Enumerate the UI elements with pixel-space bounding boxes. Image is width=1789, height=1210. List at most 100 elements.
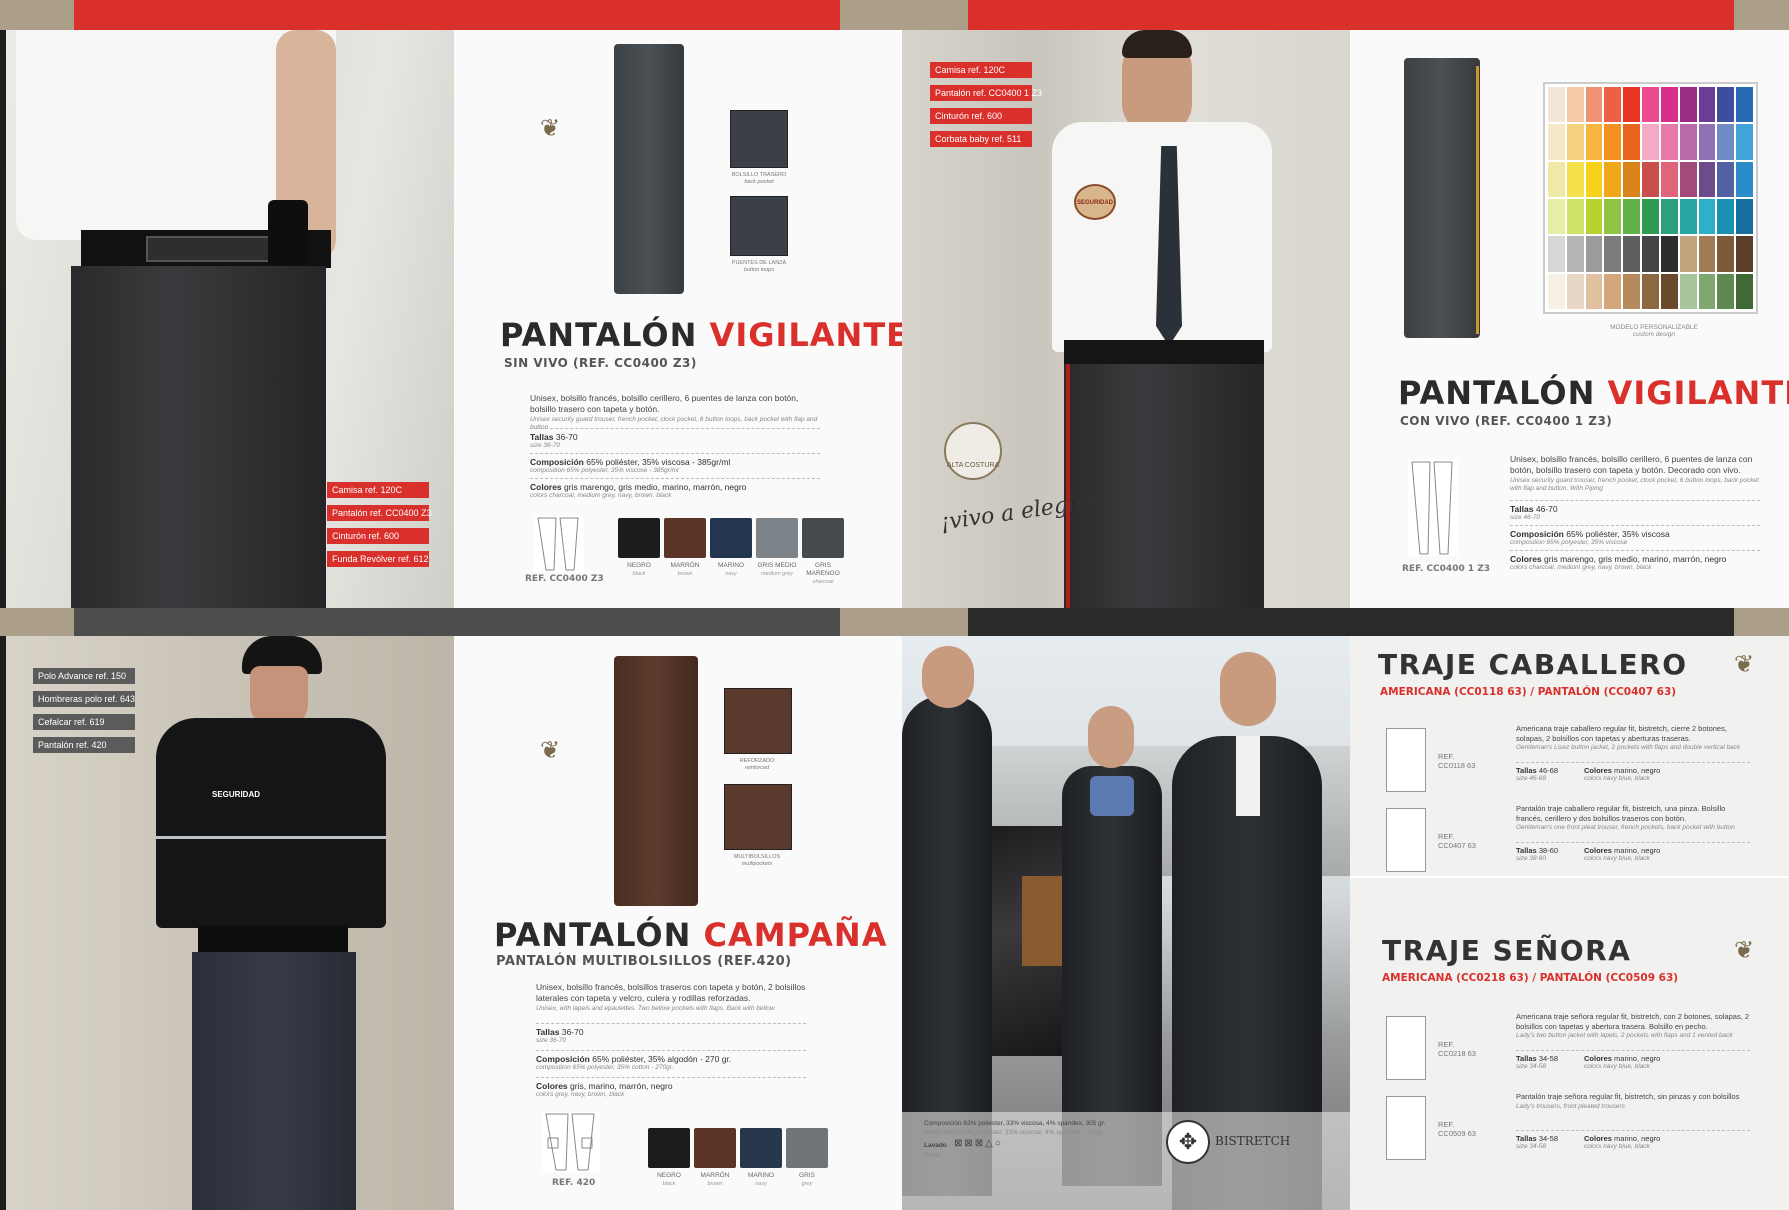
suit2-sub: AMERICANA (CC0218 63) / PANTALÓN (CC0509… — [1382, 972, 1679, 984]
p3-swatch-name-1: MARRÓN — [700, 1172, 730, 1179]
desc2-es: Unisex, bolsillo francés, bolsillo ceril… — [1510, 454, 1753, 475]
description-3: Unisex, bolsillo francés, bolsillos tras… — [536, 982, 806, 1013]
suit2-spec-0: Tallas 34-58 size 34-58 Colores marino, ne… — [1516, 1050, 1750, 1070]
tag2-cinturon: Cinturón ref. 600 — [930, 108, 1032, 124]
p1-swatch-name-0: NEGRO — [627, 562, 651, 569]
belt-buckle — [146, 236, 276, 262]
suit2-colors-en-1: colors navy blue, black — [1584, 1143, 1650, 1150]
comp3-en: composition 65% polyester, 35% cotton - … — [536, 1064, 674, 1071]
red-piping — [1066, 364, 1070, 608]
palette-cell-40 — [1679, 198, 1697, 235]
detail-back-pocket — [730, 110, 788, 168]
suit1-colors-value-0: marino, negro — [1614, 766, 1661, 775]
tag3-hombreras: Hombreras polo ref. 643 — [33, 691, 135, 707]
palette-cell-36 — [1604, 198, 1622, 235]
palette-cell-30 — [1698, 161, 1716, 197]
trousers — [71, 266, 326, 608]
palette-cell-5 — [1642, 87, 1659, 123]
suit1-colors-en-1: colors navy blue, black — [1584, 855, 1650, 862]
suit1-desc-1: Pantalón traje caballero regular fit, bi… — [1516, 804, 1750, 832]
spec3-colors: Colores gris, marino, marrón, negro color… — [536, 1077, 806, 1098]
title-b: VIGILANTE — [709, 316, 902, 354]
detail3a-en: reinforced — [744, 765, 770, 771]
title-pantalon-vigilante-2: PANTALÓN VIGILANTE — [1398, 374, 1789, 412]
page-vigilante-con-vivo: MODELO PERSONALIZABLE custom design PANTA… — [1350, 30, 1789, 608]
palette-cell-41 — [1698, 198, 1716, 235]
detail3b-en: multipockets — [741, 861, 773, 867]
p1-swatch-en-4: charcoal — [812, 579, 834, 585]
palette-cell-54 — [1736, 236, 1753, 272]
p1-swatch-4 — [802, 518, 844, 558]
colors2-label: Colores — [1510, 554, 1542, 564]
ref-label: REF. CC0400 Z3 — [525, 574, 604, 584]
suit1-sizes-1: Tallas 38-60 size 38-60 — [1516, 846, 1558, 862]
suit1-colors-label-0: Colores — [1584, 766, 1612, 775]
care-en: Wash — [924, 1152, 941, 1159]
p3-swatch-label-1: MARRÓN brown — [690, 1172, 740, 1188]
palette-cell-0 — [1548, 87, 1565, 123]
cargo-product — [614, 656, 698, 906]
custom-en: custom design — [1633, 331, 1675, 338]
colors2-value: gris marengo, gris medio, marino, marrón… — [1544, 554, 1727, 564]
detail-button-loops-caption: PUENTES DE LANZA button loops — [724, 260, 794, 274]
palette-cell-63 — [1698, 273, 1716, 309]
suit1-sizes-en-1: size 38-60 — [1516, 855, 1546, 862]
suit1-sketch-0 — [1386, 728, 1426, 792]
suit2-ref-b-0: CC0218 63 — [1438, 1049, 1476, 1058]
p1-swatch-name-4: GRIS MARENGO — [806, 562, 840, 577]
suit1-sizes-en-0: size 46-68 — [1516, 775, 1546, 782]
suit2-title: TRAJE SEÑORA — [1382, 934, 1632, 967]
suit1-ref-b-1: CC0407 63 — [1438, 841, 1476, 850]
comp3-value: 65% poliéster, 35% algodón - 270 gr. — [592, 1054, 732, 1064]
title3-a: PANTALÓN — [494, 916, 692, 954]
description-2: Unisex, bolsillo francés, bolsillo ceril… — [1510, 454, 1760, 493]
trouser-product-2 — [1404, 58, 1480, 338]
p3-swatch-name-2: MARINO — [748, 1172, 774, 1179]
p1-swatch-en-2: navy — [725, 571, 737, 577]
man-right-head — [1220, 652, 1276, 726]
suit1-desc-0: Americana traje caballero regular fit, b… — [1516, 724, 1750, 752]
palette-cell-60 — [1642, 273, 1659, 309]
tag-pantalon: Pantalón ref. CC0400 Z3 — [327, 505, 432, 521]
colors-value: gris marengo, gris medio, marino, marrón… — [564, 482, 747, 492]
palette-cell-8 — [1698, 87, 1716, 123]
cotton-icon-4: ❦ — [1733, 937, 1755, 964]
suit2-sizes-1: Tallas 34-58 size 34-58 — [1516, 1134, 1558, 1150]
desc3-es: Unisex, bolsillo francés, bolsillos tras… — [536, 982, 806, 1003]
tag-camisa: Camisa ref. 120C — [327, 482, 429, 498]
tag3-pantalon: Pantalón ref. 420 — [33, 737, 135, 753]
suit2-desc-en-0: Lady's two button jacket with lapels, 2 … — [1516, 1032, 1733, 1039]
suit2-colors-value-1: marino, negro — [1614, 1134, 1661, 1143]
suit2-sizes-label-1: Tallas — [1516, 1134, 1537, 1143]
p3-swatch-name-3: GRIS — [799, 1172, 815, 1179]
p1-swatch-en-0: black — [632, 571, 646, 577]
comp-value: 65% poliéster, 35% viscosa - 385gr/ml — [586, 457, 731, 467]
suit1-colors-0: Colores marino, negro colors navy blue, b… — [1584, 766, 1660, 782]
cargo-sketch-icon — [545, 1113, 595, 1171]
spec2-composition: Composición 65% poliéster, 35% viscosa co… — [1510, 525, 1760, 546]
tag2-corbata: Corbata baby ref. 511 — [930, 131, 1032, 147]
title-a: PANTALÓN — [500, 316, 698, 354]
spec2-sizes: Tallas 46-70 size 46-70 — [1510, 500, 1760, 521]
palette-cell-59 — [1623, 273, 1641, 309]
suit2-desc-1: Pantalón traje señora regular fit, bistr… — [1516, 1092, 1750, 1111]
p3-swatch-en-0: black — [662, 1181, 676, 1187]
p1-swatch-name-2: MARINO — [718, 562, 744, 569]
p1-swatch-label-1: MARRÓN brown — [660, 562, 710, 578]
palette-cell-19 — [1698, 124, 1716, 160]
palette-cell-14 — [1604, 124, 1622, 160]
p3-swatch-label-2: MARINO navy — [736, 1172, 786, 1188]
p3-swatch-2 — [740, 1128, 782, 1168]
suit1-colors-en-0: colors navy blue, black — [1584, 775, 1650, 782]
title-pantalon-campana: PANTALÓN CAMPAÑA — [494, 916, 887, 954]
spec-colors: Colores gris marengo, gris medio, marino… — [530, 478, 820, 499]
detail-multipockets-caption: MULTIBOLSILLOS multipockets — [722, 854, 792, 868]
page-vigilante-sin-vivo: ❦ BOLSILLO TRASERO back pocket PUENTES DE… — [454, 30, 902, 608]
comp2-en: composition 65% polyester, 35% viscose — [1510, 539, 1628, 546]
bistretch-label: BISTRETCH — [1215, 1134, 1291, 1148]
care-icons: ⊠⊠⊠△○ — [954, 1138, 1003, 1149]
photo-guard-back — [6, 30, 454, 608]
suit2-colors-label-0: Colores — [1584, 1054, 1612, 1063]
palette-cell-37 — [1623, 198, 1641, 235]
palette-cell-4 — [1623, 87, 1641, 123]
